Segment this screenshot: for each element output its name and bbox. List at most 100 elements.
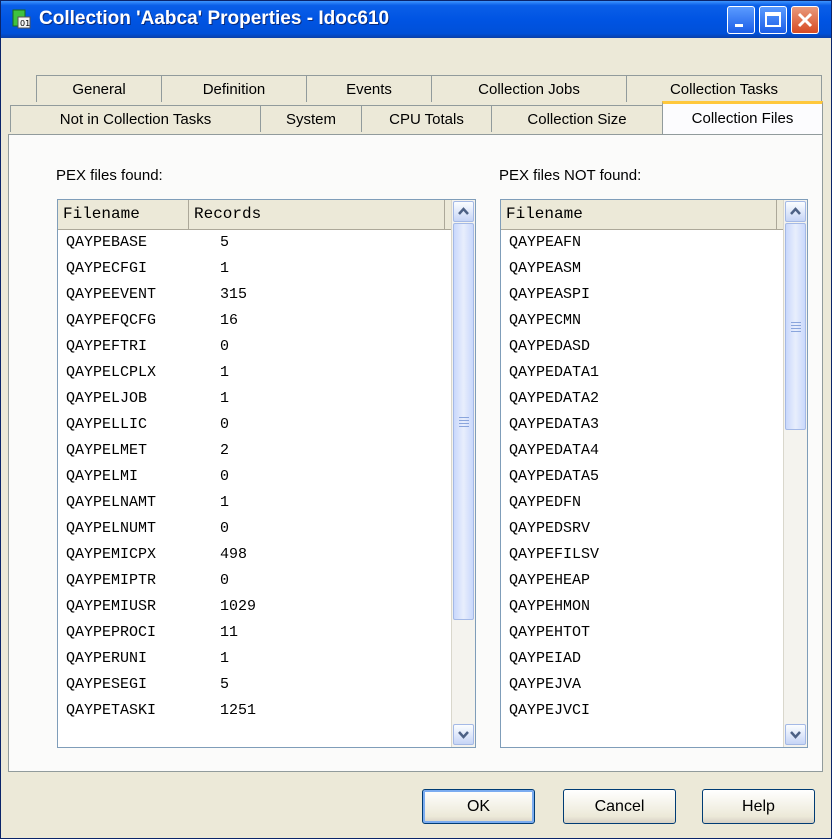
scroll-down-button[interactable] (453, 724, 474, 745)
filename-cell: QAYPEHTOT (509, 624, 591, 641)
scroll-thumb[interactable] (785, 223, 806, 430)
filename-cell: QAYPECFGI (66, 260, 148, 277)
list-item[interactable]: QAYPESEGI 5 (58, 672, 452, 698)
ok-button[interactable]: OK (422, 789, 535, 824)
records-cell: 0 (220, 338, 230, 355)
filename-cell: QAYPETASKI (66, 702, 157, 719)
list-item[interactable]: QAYPEASPI (501, 282, 784, 308)
filename-cell: QAYPELLIC (66, 416, 148, 433)
tab-cpu-totals[interactable]: CPU Totals (361, 105, 492, 132)
list-item[interactable]: QAYPELJOB 1 (58, 386, 452, 412)
filename-cell: QAYPEIAD (509, 650, 582, 667)
vertical-scrollbar[interactable] (451, 200, 475, 747)
minimize-button[interactable] (727, 6, 755, 34)
tab-collection-files[interactable]: Collection Files (662, 101, 823, 134)
minimize-icon (735, 24, 743, 27)
list-item[interactable]: QAYPEFTRI 0 (58, 334, 452, 360)
list-item[interactable]: QAYPEAFN (501, 230, 784, 256)
list-item[interactable]: QAYPEHTOT (501, 620, 784, 646)
help-button[interactable]: Help (702, 789, 815, 824)
pex-not-found-rows: QAYPEAFN QAYPEASM QAYPEASPI QAYPECMN QAYPEDA… (501, 230, 784, 724)
chevron-up-icon (458, 207, 469, 215)
filename-cell: QAYPEJVA (509, 676, 582, 693)
properties-dialog: 01 Collection 'Aabca' Properties - Idoc6… (0, 0, 832, 839)
column-header-records[interactable]: Records (189, 200, 445, 229)
filename-cell: QAYPEDATA2 (509, 390, 600, 407)
svg-text:01: 01 (20, 19, 30, 28)
list-item[interactable]: QAYPELLIC 0 (58, 412, 452, 438)
scroll-up-button[interactable] (453, 201, 474, 222)
pex-not-found-list[interactable]: Filename QAYPEAFN QAYPEASM QAYPEASPI QAYPEC… (500, 199, 808, 748)
filename-cell: QAYPEPROCI (66, 624, 157, 641)
list-item[interactable]: QAYPEASM (501, 256, 784, 282)
list-item[interactable]: QAYPEJVCI (501, 698, 784, 724)
list-item[interactable]: QAYPEDATA5 (501, 464, 784, 490)
filename-cell: QAYPEHEAP (509, 572, 591, 589)
list-item[interactable]: QAYPELCPLX 1 (58, 360, 452, 386)
list-item[interactable]: QAYPEFQCFG 16 (58, 308, 452, 334)
title-bar[interactable]: 01 Collection 'Aabca' Properties - Idoc6… (1, 1, 831, 38)
filename-cell: QAYPEDATA4 (509, 442, 600, 459)
close-button[interactable] (791, 6, 819, 34)
filename-cell: QAYPEDFN (509, 494, 582, 511)
list-item[interactable]: QAYPELNAMT 1 (58, 490, 452, 516)
chevron-down-icon (458, 731, 469, 739)
list-item[interactable]: QAYPEDATA4 (501, 438, 784, 464)
list-item[interactable]: QAYPECFGI 1 (58, 256, 452, 282)
list-item[interactable]: QAYPEDATA1 (501, 360, 784, 386)
scroll-up-button[interactable] (785, 201, 806, 222)
tab-not-in-collection-tasks[interactable]: Not in Collection Tasks (10, 105, 261, 132)
filename-cell: QAYPEAFN (509, 234, 582, 251)
list-item[interactable]: QAYPEPROCI 11 (58, 620, 452, 646)
list-item[interactable]: QAYPEBASE 5 (58, 230, 452, 256)
list-item[interactable]: QAYPEDATA3 (501, 412, 784, 438)
list-item[interactable]: QAYPEDASD (501, 334, 784, 360)
list-item[interactable]: QAYPERUNI 1 (58, 646, 452, 672)
filename-cell: QAYPEMIPTR (66, 572, 157, 589)
tab-system[interactable]: System (260, 105, 362, 132)
list-item[interactable]: QAYPEMIPTR 0 (58, 568, 452, 594)
tab-collection-tasks[interactable]: Collection Tasks (626, 75, 822, 102)
maximize-button[interactable] (759, 6, 787, 34)
list-item[interactable]: QAYPEJVA (501, 672, 784, 698)
list-item[interactable]: QAYPEEVENT 315 (58, 282, 452, 308)
records-cell: 1 (220, 364, 230, 381)
scroll-down-button[interactable] (785, 724, 806, 745)
filename-cell: QAYPEDASD (509, 338, 591, 355)
vertical-scrollbar[interactable] (783, 200, 807, 747)
cancel-button[interactable]: Cancel (563, 789, 676, 824)
filename-cell: QAYPEASM (509, 260, 582, 277)
tab-collection-size[interactable]: Collection Size (491, 105, 663, 132)
filename-cell: QAYPEDATA1 (509, 364, 600, 381)
pex-found-list[interactable]: Filename Records QAYPEBASE 5 QAYPECFGI 1 QAY… (57, 199, 476, 748)
list-item[interactable]: QAYPEDSRV (501, 516, 784, 542)
pex-found-label: PEX files found: (56, 167, 163, 184)
list-item[interactable]: QAYPELMET 2 (58, 438, 452, 464)
records-cell: 1 (220, 260, 230, 277)
records-cell: 1 (220, 650, 230, 667)
list-item[interactable]: QAYPEDATA2 (501, 386, 784, 412)
filename-cell: QAYPELMI (66, 468, 139, 485)
list-item[interactable]: QAYPELNUMT 0 (58, 516, 452, 542)
list-item[interactable]: QAYPEDFN (501, 490, 784, 516)
records-cell: 0 (220, 520, 230, 537)
list-item[interactable]: QAYPETASKI 1251 (58, 698, 452, 724)
list-item[interactable]: QAYPEIAD (501, 646, 784, 672)
column-header-filename[interactable]: Filename (58, 200, 189, 229)
list-item[interactable]: QAYPEMIUSR 1029 (58, 594, 452, 620)
list-item[interactable]: QAYPEFILSV (501, 542, 784, 568)
tab-general[interactable]: General (36, 75, 162, 102)
list-item[interactable]: QAYPECMN (501, 308, 784, 334)
scroll-thumb[interactable] (453, 223, 474, 620)
tab-events[interactable]: Events (306, 75, 432, 102)
pex-not-found-label: PEX files NOT found: (499, 167, 642, 184)
window-title: Collection 'Aabca' Properties - Idoc610 (39, 8, 390, 29)
tab-definition[interactable]: Definition (161, 75, 307, 102)
column-header-filename[interactable]: Filename (501, 200, 777, 229)
tab-collection-jobs[interactable]: Collection Jobs (431, 75, 627, 102)
list-item[interactable]: QAYPEMICPX 498 (58, 542, 452, 568)
list-item[interactable]: QAYPEHMON (501, 594, 784, 620)
list-item[interactable]: QAYPELMI 0 (58, 464, 452, 490)
list-item[interactable]: QAYPEHEAP (501, 568, 784, 594)
filename-cell: QAYPELJOB (66, 390, 148, 407)
